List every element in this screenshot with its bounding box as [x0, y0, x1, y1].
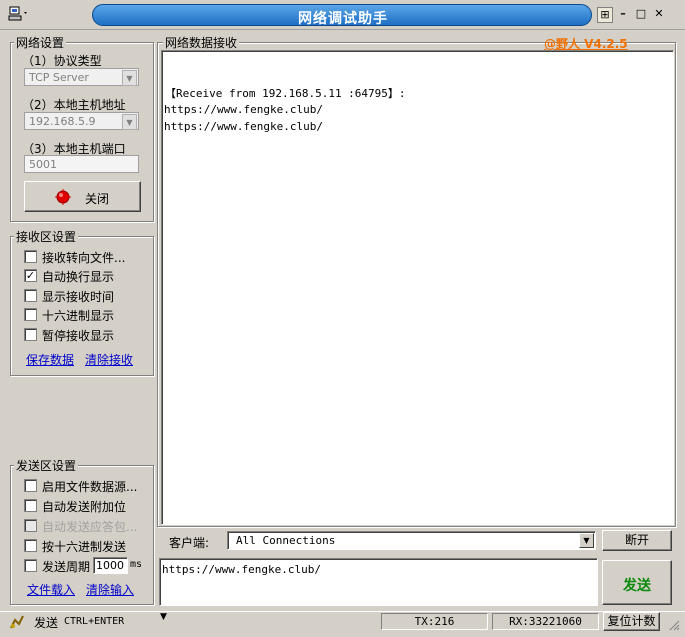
- receive-option-file[interactable]: 接收转向文件...: [24, 249, 149, 267]
- period-unit: ms: [130, 559, 143, 570]
- receive-option-time[interactable]: 显示接收时间: [24, 288, 149, 306]
- protocol-value: TCP Server: [29, 71, 89, 84]
- option-label: 按十六进制发送: [42, 540, 127, 554]
- checkbox[interactable]: [24, 250, 37, 263]
- option-label: 接收转向文件...: [42, 251, 126, 265]
- title-pill: 网络调试助手: [92, 4, 592, 27]
- network-settings-title: 网络设置: [14, 34, 67, 51]
- option-label: 显示接收时间: [42, 290, 115, 304]
- chevron-down-icon[interactable]: ▼: [122, 70, 137, 86]
- rx-counter: RX:33221060: [492, 613, 599, 630]
- resize-grip-icon[interactable]: [668, 619, 680, 631]
- option-label: 启用文件数据源...: [42, 480, 138, 494]
- window-title: 网络调试助手: [298, 11, 388, 27]
- checkbox[interactable]: [24, 539, 37, 552]
- load-file-link[interactable]: 文件载入: [27, 581, 75, 598]
- tx-counter: TX:216: [381, 613, 488, 630]
- receive-option-hex[interactable]: 十六进制显示: [24, 307, 149, 325]
- host-select[interactable]: 192.168.5.9 ▼: [24, 112, 139, 130]
- close-icon[interactable]: ✕: [651, 7, 667, 23]
- checkbox[interactable]: [24, 308, 37, 321]
- option-label: 暂停接收显示: [42, 329, 115, 343]
- close-connection-button[interactable]: 关闭: [24, 181, 141, 212]
- client-select[interactable]: All Connections ▼: [227, 531, 596, 550]
- receive-line: 【Receive from 192.168.5.11 :64795】:: [165, 87, 406, 100]
- pin-icon[interactable]: ⊞: [597, 7, 613, 23]
- maximize-icon[interactable]: □: [633, 7, 649, 23]
- app-icon[interactable]: [8, 6, 30, 22]
- option-label: 十六进制显示: [42, 309, 115, 323]
- checkbox[interactable]: [24, 479, 37, 492]
- port-value: 5001: [29, 158, 57, 171]
- option-label: 自动发送附加位: [42, 500, 127, 514]
- client-label: 客户端:: [169, 536, 210, 550]
- clear-receive-link[interactable]: 清除接收: [85, 351, 133, 368]
- send-button-label: 发送: [623, 578, 651, 594]
- checkbox-disabled: [24, 519, 37, 532]
- receive-settings-title: 接收区设置: [14, 228, 79, 245]
- chevron-down-icon[interactable]: ▼: [579, 533, 594, 548]
- clear-input-link[interactable]: 清除输入: [86, 581, 134, 598]
- checkbox[interactable]: [24, 289, 37, 302]
- receive-textarea[interactable]: 【Receive from 192.168.5.11 :64795】: http…: [161, 50, 674, 525]
- send-hint-label: 发送: [34, 616, 59, 630]
- send-option-file[interactable]: 启用文件数据源...: [24, 478, 149, 496]
- title-bar: 网络调试助手 ⊞ – □ ✕: [0, 0, 685, 30]
- shortcut-label: CTRL+ENTER: [64, 616, 125, 627]
- host-label: （2）本地主机地址: [22, 98, 126, 112]
- client-value: All Connections: [236, 534, 336, 547]
- checkbox[interactable]: [24, 559, 37, 572]
- reset-counter-button[interactable]: 复位计数: [603, 612, 660, 631]
- option-label: 发送周期: [42, 560, 91, 574]
- send-textarea[interactable]: https://www.fengke.club/: [159, 558, 598, 606]
- send-option-append[interactable]: 自动发送附加位: [24, 498, 149, 516]
- host-value: 192.168.5.9: [29, 115, 96, 128]
- checkbox-checked[interactable]: ✓: [24, 269, 37, 282]
- receive-option-pause[interactable]: 暂停接收显示: [24, 327, 149, 345]
- chevron-down-icon[interactable]: ▼: [122, 114, 137, 130]
- checkbox[interactable]: [24, 499, 37, 512]
- option-label: 自动发送应答包...: [42, 520, 138, 534]
- receive-area-title: 网络数据接收: [163, 34, 240, 51]
- send-text: https://www.fengke.club/: [162, 563, 321, 576]
- disconnect-button[interactable]: 断开: [602, 530, 672, 551]
- send-hint-icon: [9, 614, 25, 630]
- receive-line: https://www.fengke.club/: [164, 120, 323, 133]
- close-button-label: 关闭: [85, 192, 110, 206]
- protocol-label: （1）协议类型: [22, 54, 102, 68]
- checkbox[interactable]: [24, 328, 37, 341]
- save-data-link[interactable]: 保存数据: [26, 351, 74, 368]
- option-label: 自动换行显示: [42, 270, 115, 284]
- send-settings-title: 发送区设置: [14, 457, 79, 474]
- port-input[interactable]: 5001: [24, 155, 139, 173]
- protocol-select[interactable]: TCP Server ▼: [24, 68, 139, 86]
- minimize-icon[interactable]: –: [615, 7, 631, 23]
- status-light-icon: [55, 189, 71, 205]
- chevron-down-icon[interactable]: ▼: [160, 612, 167, 622]
- send-option-reply: 自动发送应答包...: [24, 518, 149, 536]
- period-input[interactable]: 1000: [93, 557, 128, 574]
- receive-line: https://www.fengke.club/: [164, 103, 323, 116]
- send-option-hex[interactable]: 按十六进制发送: [24, 538, 149, 556]
- receive-option-wrap[interactable]: ✓ 自动换行显示: [24, 268, 149, 286]
- send-button[interactable]: 发送: [602, 560, 672, 605]
